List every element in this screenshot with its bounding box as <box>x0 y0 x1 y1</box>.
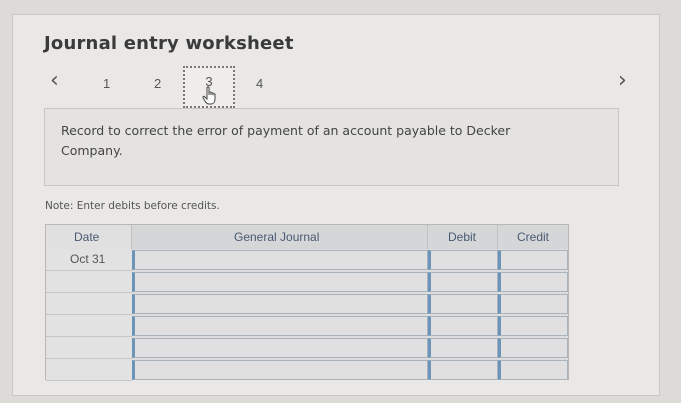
date-cell: Oct 31 <box>46 249 132 271</box>
general-journal-header: General Journal <box>132 225 428 249</box>
account-input[interactable] <box>132 338 428 358</box>
page-title: Journal entry worksheet <box>44 33 294 54</box>
date-cell <box>46 271 132 293</box>
date-cell <box>46 315 132 337</box>
description-box: Record to correct the error of payment o… <box>44 108 619 186</box>
debit-input[interactable] <box>428 338 498 358</box>
account-input[interactable] <box>132 360 428 380</box>
date-cell <box>46 359 132 381</box>
credit-input[interactable] <box>498 250 568 270</box>
debit-input[interactable] <box>428 250 498 270</box>
date-header: Date <box>46 225 132 249</box>
note-text: Note: Enter debits before credits. <box>45 200 220 212</box>
credit-header: Credit <box>498 225 568 249</box>
debit-input[interactable] <box>428 360 498 380</box>
debit-input[interactable] <box>428 294 498 314</box>
credit-input[interactable] <box>498 294 568 314</box>
journal-table: Date General Journal Debit Credit Oct 31 <box>45 224 569 381</box>
account-input[interactable] <box>132 250 428 270</box>
step-3[interactable]: 3 <box>183 66 235 108</box>
chevron-left-icon[interactable]: ‹ <box>50 70 59 92</box>
credit-input[interactable] <box>498 272 568 292</box>
date-cell <box>46 293 132 315</box>
account-input[interactable] <box>132 272 428 292</box>
account-input[interactable] <box>132 294 428 314</box>
hand-pointer-icon <box>202 86 216 105</box>
step-1[interactable]: 1 <box>103 76 110 91</box>
description-text: Record to correct the error of payment o… <box>61 123 511 158</box>
debit-input[interactable] <box>428 316 498 336</box>
credit-input[interactable] <box>498 316 568 336</box>
credit-input[interactable] <box>498 360 568 380</box>
step-2[interactable]: 2 <box>154 76 161 91</box>
debit-header: Debit <box>428 225 498 249</box>
date-cell <box>46 337 132 359</box>
step-4[interactable]: 4 <box>256 76 263 91</box>
account-input[interactable] <box>132 316 428 336</box>
debit-input[interactable] <box>428 272 498 292</box>
date-value: Oct 31 <box>70 252 106 266</box>
credit-input[interactable] <box>498 338 568 358</box>
chevron-right-icon[interactable]: › <box>618 70 627 92</box>
